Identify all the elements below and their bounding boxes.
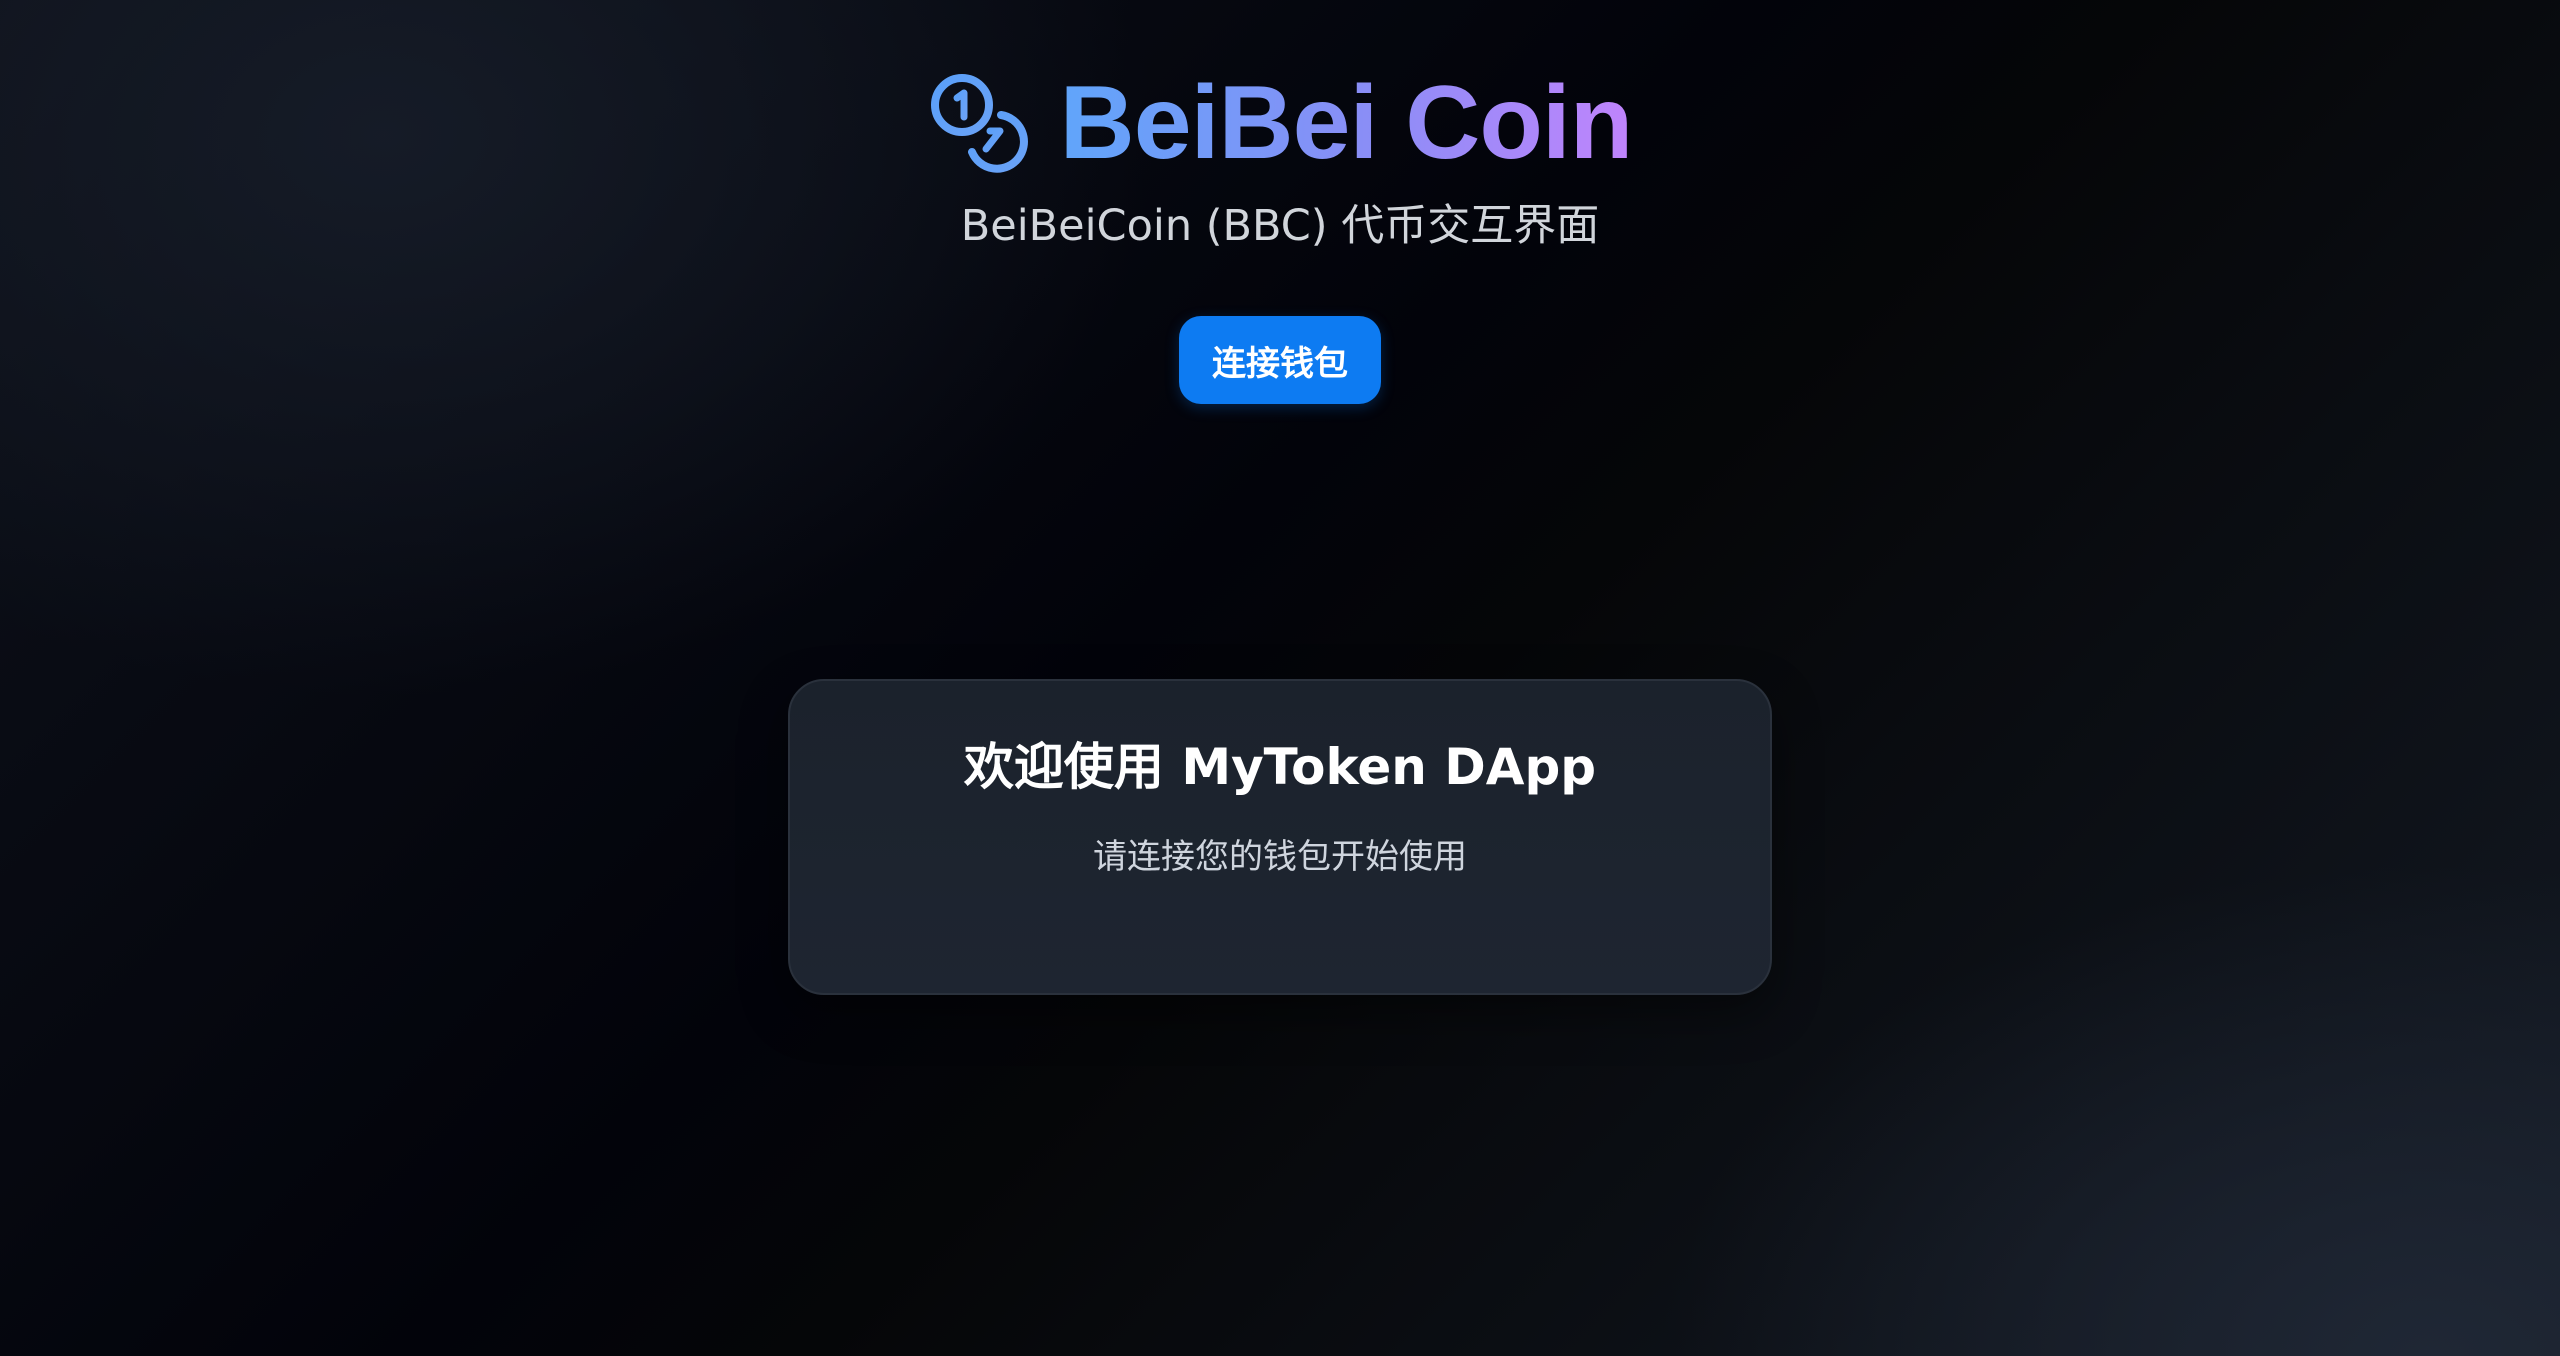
- welcome-title: 欢迎使用 MyToken DApp: [963, 738, 1597, 796]
- app-title: BeiBei Coin: [1059, 65, 1634, 181]
- app-header: BeiBei Coin BeiBeiCoin (BBC) 代币交互界面 连接钱包: [0, 0, 2560, 404]
- brand: BeiBei Coin: [928, 68, 1633, 178]
- connect-wallet-button[interactable]: 连接钱包: [1179, 316, 1381, 404]
- welcome-message: 请连接您的钱包开始使用: [1093, 837, 1467, 877]
- coins-icon: [930, 74, 1028, 173]
- app-subtitle: BeiBeiCoin (BBC) 代币交互界面: [960, 201, 1600, 251]
- welcome-card: 欢迎使用 MyToken DApp 请连接您的钱包开始使用: [788, 679, 1772, 995]
